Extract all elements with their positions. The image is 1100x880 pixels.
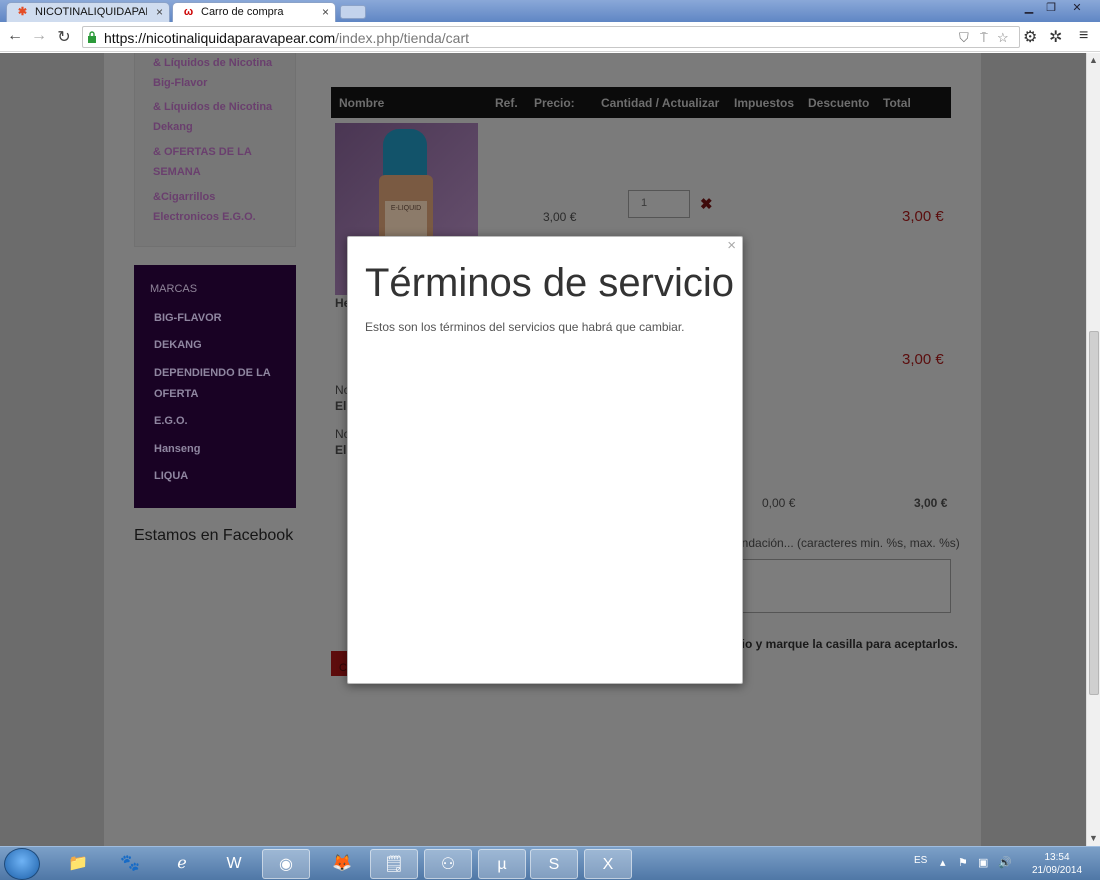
- category-link[interactable]: & Líquidos de Nicotina Big-Flavor: [153, 53, 283, 93]
- col-header: Ref.: [495, 96, 518, 110]
- clock[interactable]: 13:54 21/09/2014: [1024, 851, 1090, 877]
- volume-icon[interactable]: 🔊: [998, 856, 1012, 869]
- action-center-flag-icon[interactable]: ⚑: [958, 856, 968, 869]
- brand-link[interactable]: DEKANG: [154, 335, 284, 356]
- maximize-button[interactable]: ❐: [1040, 1, 1062, 15]
- star-icon[interactable]: ☆: [997, 30, 1009, 46]
- language-indicator[interactable]: ES: [914, 855, 927, 866]
- tax-total: 0,00 €: [762, 496, 796, 510]
- brands-heading: MARCAS: [150, 283, 198, 295]
- joomla-icon: ✱: [17, 6, 28, 18]
- tab-title: NICOTINALIQUIDAPARAV: [35, 6, 147, 18]
- close-tab-icon[interactable]: ×: [156, 3, 163, 21]
- col-header: Impuestos: [734, 96, 795, 110]
- minimize-button[interactable]: ▁: [1018, 1, 1040, 15]
- scroll-up-icon[interactable]: ▲: [1089, 55, 1098, 65]
- label-partial: El: [335, 443, 347, 457]
- terms-hint: cio y marque la casilla para aceptarlos.: [735, 637, 958, 651]
- col-header: Total: [883, 96, 911, 110]
- browser-toolbar: ← → ↻ https://nicotinaliquidaparavapear.…: [0, 22, 1100, 52]
- brand-link[interactable]: BIG-FLAVOR: [154, 308, 284, 329]
- file-explorer-icon[interactable]: 📁: [54, 849, 102, 879]
- brand-link[interactable]: Hanseng: [154, 439, 284, 460]
- taskbar: 📁 🐾 ℯ W ◉ 🦊 🗒 ⚇ µ S X ES ▴ ⚑ ▣ 🔊 13:54 2…: [0, 846, 1100, 880]
- menu-icon[interactable]: ≡: [1079, 27, 1088, 45]
- brand-link[interactable]: LIQUA: [154, 466, 284, 487]
- internet-explorer-icon[interactable]: ℯ: [158, 849, 206, 879]
- chrome-icon[interactable]: ◉: [262, 849, 310, 879]
- item-price: 3,00 €: [543, 210, 577, 224]
- bottle-cap: [383, 129, 427, 181]
- tab-title: Carro de compra: [201, 6, 284, 18]
- delete-icon[interactable]: ✖: [700, 195, 713, 213]
- subtotal: 3,00 €: [902, 351, 944, 368]
- new-tab-button[interactable]: [340, 5, 366, 19]
- item-total: 3,00 €: [902, 208, 944, 225]
- start-button[interactable]: [4, 848, 40, 880]
- tab-cart[interactable]: ω Carro de compra ×: [172, 2, 336, 22]
- gimp-icon[interactable]: 🐾: [106, 849, 154, 879]
- category-link[interactable]: &Cigarrillos Electronicos E.G.O.: [153, 187, 283, 227]
- label-partial: El: [335, 399, 347, 413]
- firefox-icon[interactable]: 🦊: [318, 849, 366, 879]
- cart-table-header: Nombre Ref. Precio: Cantidad / Actualiza…: [331, 87, 951, 118]
- lock-icon: [88, 31, 96, 43]
- url-text: https://nicotinaliquidaparavapear.com/in…: [104, 30, 470, 46]
- gear-icon[interactable]: ⚙: [1023, 27, 1037, 47]
- network-icon[interactable]: ⚇: [424, 849, 472, 879]
- address-bar[interactable]: https://nicotinaliquidaparavapear.com/in…: [82, 26, 1020, 48]
- tab-nicotina[interactable]: ✱ NICOTINALIQUIDAPARAV ×: [6, 2, 170, 22]
- facebook-heading: Estamos en Facebook: [134, 527, 294, 544]
- site-logo-icon: ω: [183, 6, 194, 18]
- scrollbar[interactable]: ▲ ▼: [1086, 53, 1100, 846]
- col-header: Nombre: [339, 96, 385, 110]
- brand-link[interactable]: E.G.O.: [154, 411, 284, 432]
- comment-textarea[interactable]: [731, 559, 951, 613]
- forward-icon[interactable]: →: [29, 27, 49, 45]
- brands-box: MARCAS BIG-FLAVOR DEKANG DEPENDIENDO DE …: [134, 265, 296, 508]
- word-icon[interactable]: W: [210, 849, 258, 879]
- category-link[interactable]: & Líquidos de Nicotina Dekang: [153, 97, 283, 137]
- checkout-button-label: C: [339, 662, 347, 674]
- show-hidden-icons-icon[interactable]: ▴: [940, 856, 946, 869]
- clock-date: 21/09/2014: [1031, 865, 1083, 876]
- back-icon[interactable]: ←: [5, 27, 25, 45]
- grand-total: 3,00 €: [914, 496, 948, 510]
- excel-icon[interactable]: X: [584, 849, 632, 879]
- col-header: Cantidad / Actualizar: [601, 96, 720, 110]
- col-header: Descuento: [808, 96, 870, 110]
- modal-close-button[interactable]: ×: [727, 237, 736, 254]
- shield-icon[interactable]: ⛉: [959, 30, 969, 46]
- category-link[interactable]: & OFERTAS DE LA SEMANA: [153, 142, 283, 182]
- brand-link[interactable]: DEPENDIENDO DE LA OFERTA: [154, 363, 284, 405]
- terms-modal: × Términos de servicio Estos son los tér…: [347, 236, 743, 684]
- tab-bar: ✱ NICOTINALIQUIDAPARAV × ω Carro de comp…: [0, 0, 1100, 22]
- close-window-button[interactable]: ✕: [1066, 1, 1088, 15]
- col-header: Precio:: [534, 96, 575, 110]
- sticky-notes-icon[interactable]: 🗒: [370, 849, 418, 879]
- network-tray-icon[interactable]: ▣: [978, 856, 988, 869]
- reload-icon[interactable]: ↻: [54, 27, 74, 47]
- modal-body: Estos son los términos del servicios que…: [365, 320, 685, 334]
- utorrent-icon[interactable]: µ: [478, 849, 526, 879]
- pin-icon[interactable]: ⍑: [980, 30, 988, 46]
- scroll-down-icon[interactable]: ▼: [1089, 833, 1098, 843]
- clock-time: 13:54: [1044, 852, 1070, 863]
- quantity-input[interactable]: 1: [628, 190, 690, 218]
- extension-icon[interactable]: ✲: [1049, 27, 1062, 47]
- modal-title: Términos de servicio: [365, 261, 735, 305]
- scroll-thumb[interactable]: [1089, 331, 1099, 695]
- close-tab-icon[interactable]: ×: [322, 3, 329, 21]
- comment-hint: endación... (caracteres min. %s, max. %s…: [735, 536, 960, 550]
- skype-icon[interactable]: S: [530, 849, 578, 879]
